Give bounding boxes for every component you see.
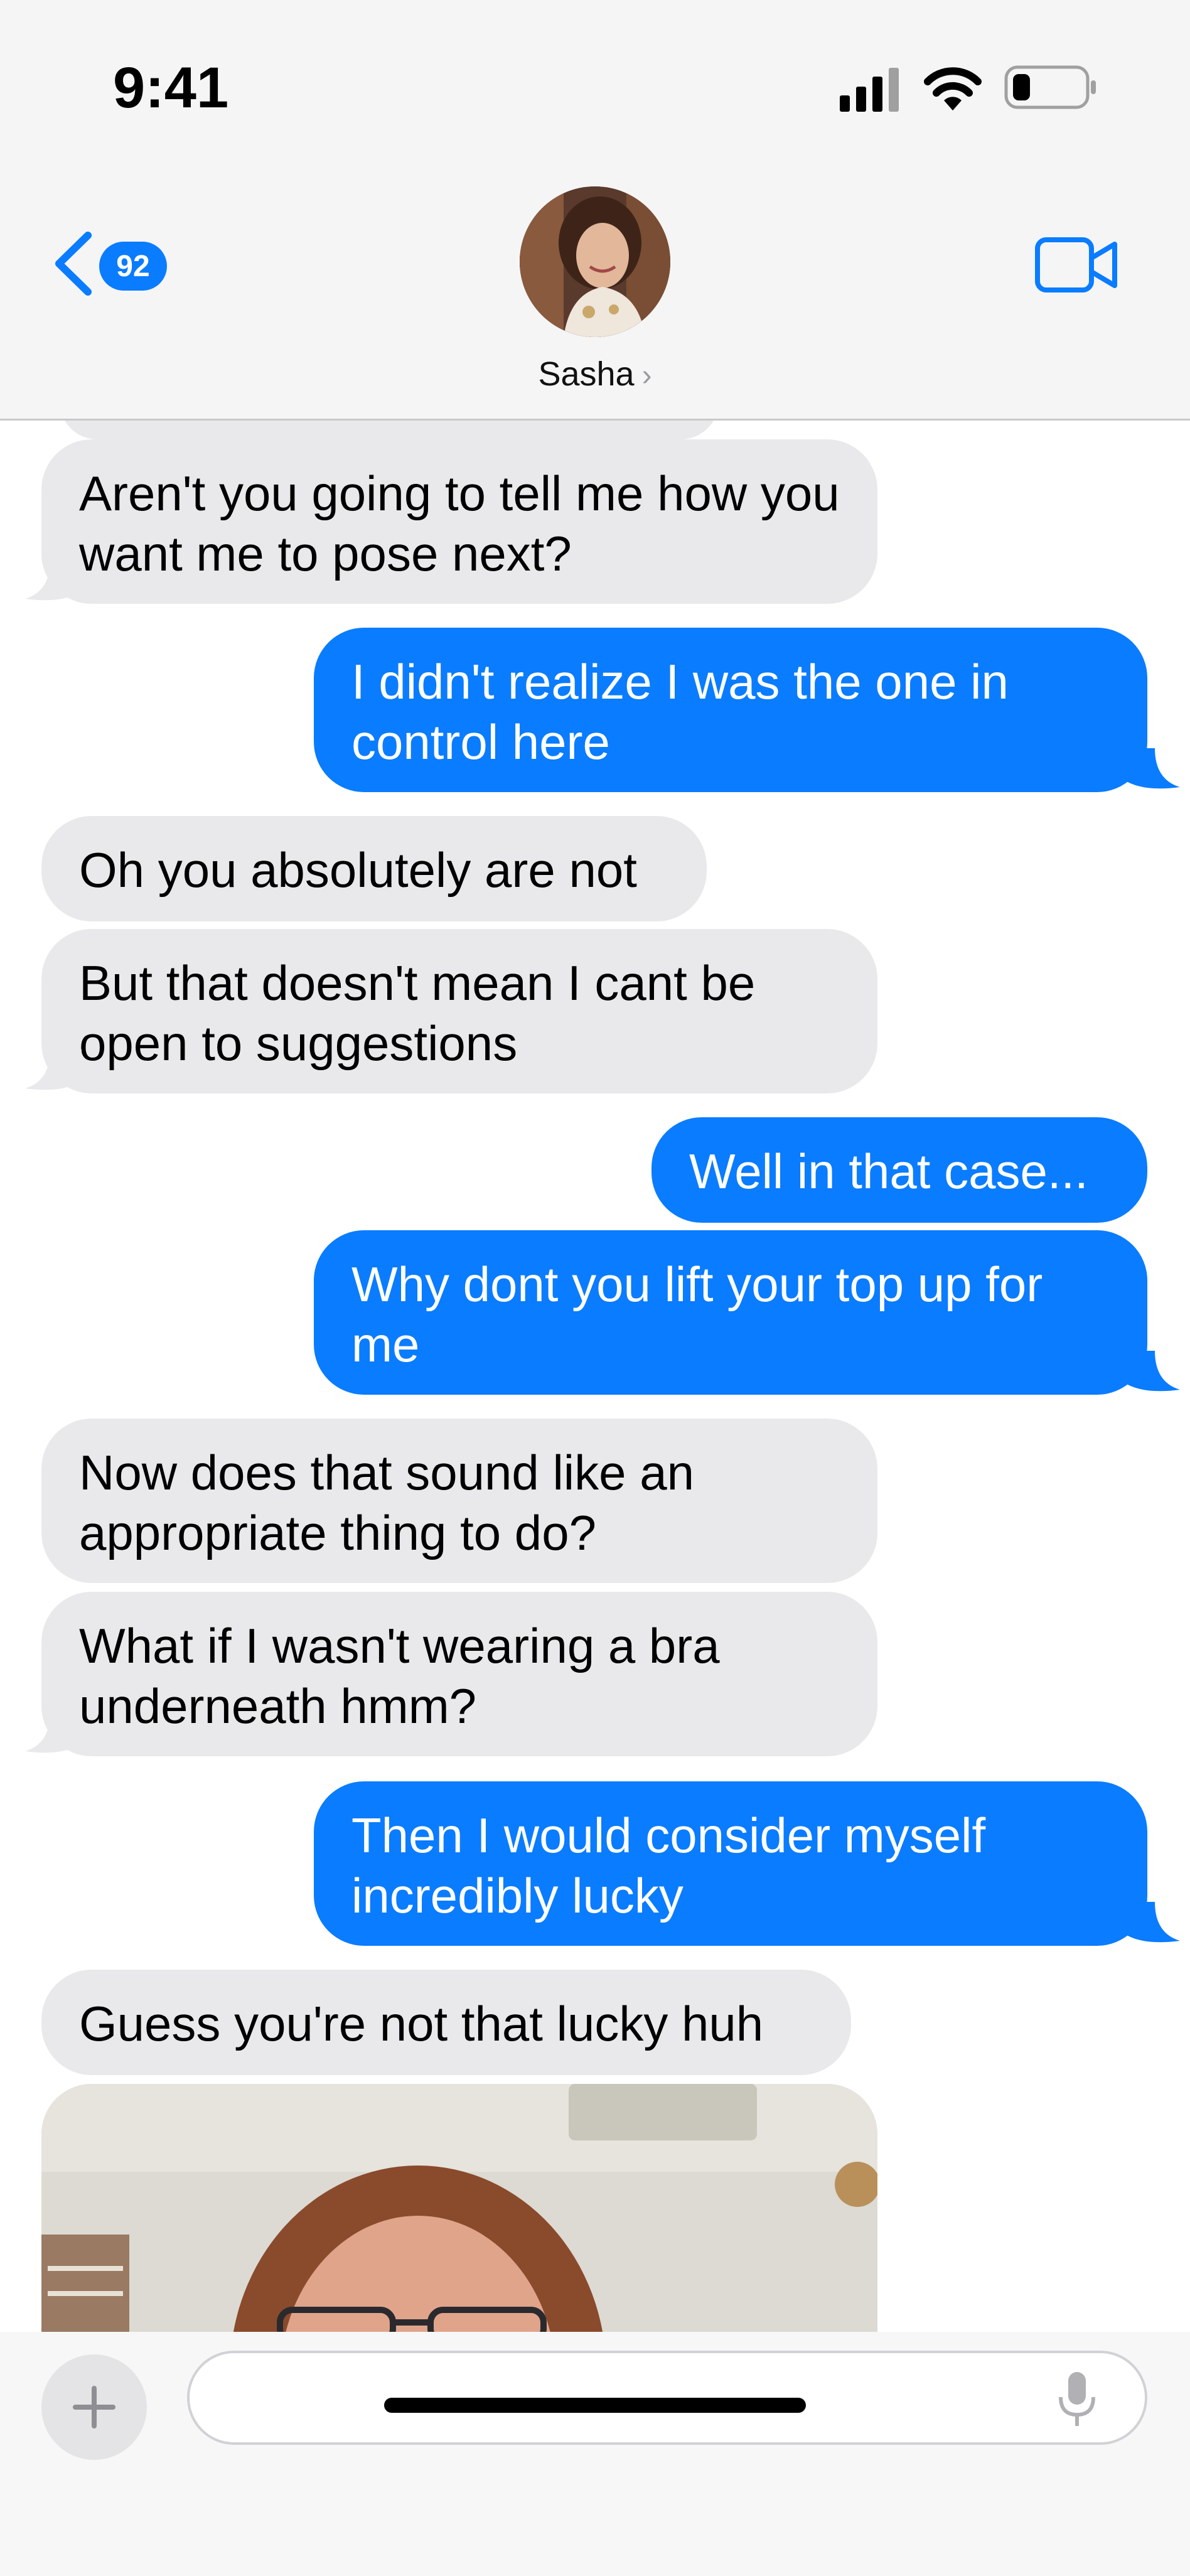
outgoing-message[interactable]: Then I would consider myself incredibly …	[314, 1781, 1147, 1946]
message-text: Oh you absolutely are not	[79, 842, 637, 898]
message-text: Aren't you going to tell me how you want…	[79, 466, 840, 581]
outgoing-message[interactable]: Why dont you lift your top up for me	[314, 1230, 1147, 1395]
bubble-tail	[1123, 748, 1180, 789]
cellular-signal-icon	[840, 68, 899, 112]
incoming-message[interactable]: Oh you absolutely are not	[41, 816, 707, 921]
incoming-message[interactable]: Aren't you going to tell me how you want…	[41, 439, 877, 604]
bubble-tail	[25, 560, 82, 601]
bubble-tail	[25, 1049, 82, 1090]
contact-name: Sasha	[538, 355, 635, 393]
bubble-tail	[1123, 1351, 1180, 1392]
bubble-tail	[25, 1712, 82, 1753]
message-text: What if I wasn't wearing a bra underneat…	[79, 1618, 720, 1734]
unread-count-badge: 92	[99, 242, 167, 291]
wifi-icon	[924, 67, 982, 110]
back-button[interactable]: 92	[50, 229, 176, 304]
add-attachment-button[interactable]	[41, 2354, 147, 2460]
battery-icon	[1004, 65, 1096, 109]
message-text: But that doesn't mean I cant be open to …	[79, 955, 756, 1071]
message-text: I didn't realize I was the one in contro…	[351, 654, 1009, 770]
video-camera-icon[interactable]	[1034, 237, 1120, 293]
contact-avatar[interactable]	[520, 186, 670, 337]
message-bubble-partial	[60, 421, 719, 439]
status-bar: 9:41	[0, 0, 1190, 166]
photo-attachment[interactable]	[41, 2084, 877, 2332]
message-text: Now does that sound like an appropriate …	[79, 1445, 694, 1560]
chevron-left-icon	[55, 232, 92, 296]
incoming-message[interactable]: What if I wasn't wearing a bra underneat…	[41, 1592, 877, 1756]
incoming-message[interactable]: Guess you're not that lucky huh	[41, 1970, 851, 2075]
bubble-tail	[1123, 1902, 1180, 1943]
outgoing-message[interactable]: Well in that case...	[651, 1117, 1147, 1223]
composer-bar	[0, 2332, 1190, 2576]
message-text: Why dont you lift your top up for me	[351, 1257, 1043, 1372]
photo-image	[41, 2084, 877, 2332]
status-time: 9:41	[113, 56, 229, 120]
message-text: Guess you're not that lucky huh	[79, 1996, 764, 2051]
microphone-icon[interactable]	[1057, 2369, 1097, 2430]
incoming-message[interactable]: Now does that sound like an appropriate …	[41, 1419, 877, 1583]
message-text: Then I would consider myself incredibly …	[351, 1808, 986, 1923]
plus-icon	[73, 2386, 115, 2428]
outgoing-message[interactable]: I didn't realize I was the one in contro…	[314, 628, 1147, 792]
contact-name-button[interactable]: Sasha ›	[0, 355, 1190, 394]
incoming-message[interactable]: But that doesn't mean I cant be open to …	[41, 929, 877, 1093]
home-indicator	[384, 2398, 806, 2413]
message-text: Well in that case...	[689, 1144, 1088, 1199]
conversation-header: 92 Sasha ›	[0, 166, 1190, 421]
avatar-image	[520, 186, 670, 337]
chevron-right-icon: ›	[641, 359, 652, 392]
message-thread[interactable]: Aren't you going to tell me how you want…	[0, 421, 1190, 2332]
